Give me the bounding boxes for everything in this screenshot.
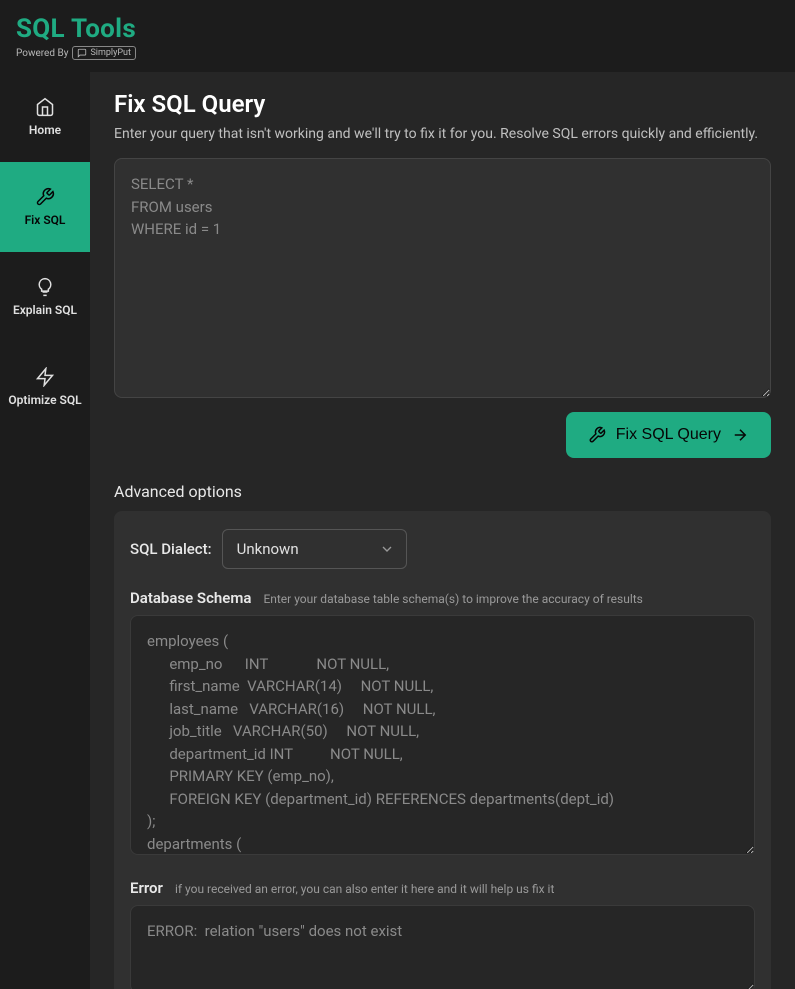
page-title: Fix SQL Query (114, 90, 771, 118)
home-icon (35, 97, 55, 117)
query-input[interactable] (114, 158, 771, 398)
app-header: SQL Tools Powered By SimplyPut (0, 0, 795, 72)
arrow-right-icon (731, 426, 749, 444)
powered-by-label: Powered By (16, 48, 68, 59)
sidebar-item-label: Explain SQL (13, 303, 77, 317)
sidebar-item-label: Home (29, 123, 61, 137)
sidebar-item-label: Fix SQL (25, 213, 66, 227)
lightbulb-icon (35, 277, 55, 297)
dialect-select[interactable]: Unknown (222, 529, 407, 569)
powered-by-name: SimplyPut (90, 48, 131, 58)
sidebar: Home Fix SQL Explain SQL Optimize SQL (0, 72, 90, 989)
wrench-icon (588, 426, 606, 444)
brand-subtitle: Powered By SimplyPut (16, 46, 779, 60)
error-input[interactable] (130, 905, 755, 989)
page-description: Enter your query that isn't working and … (114, 124, 771, 144)
wrench-icon (35, 187, 55, 207)
error-field: Error if you received an error, you can … (130, 879, 755, 989)
schema-hint: Enter your database table schema(s) to i… (263, 592, 642, 606)
error-label: Error (130, 879, 163, 897)
error-hint: if you received an error, you can also e… (175, 882, 554, 896)
dialect-select-wrap: Unknown (222, 529, 407, 569)
fix-sql-button[interactable]: Fix SQL Query (566, 412, 771, 458)
button-row: Fix SQL Query (114, 412, 771, 458)
schema-field: Database Schema Enter your database tabl… (130, 589, 755, 859)
brand-title: SQL Tools (16, 14, 779, 44)
sidebar-item-explain-sql[interactable]: Explain SQL (0, 252, 90, 342)
schema-label: Database Schema (130, 589, 251, 607)
advanced-options-title: Advanced options (114, 482, 771, 501)
sidebar-item-fix-sql[interactable]: Fix SQL (0, 162, 90, 252)
sidebar-item-label: Optimize SQL (8, 393, 81, 407)
schema-input[interactable] (130, 615, 755, 855)
advanced-panel: SQL Dialect: Unknown Database Schema Ent… (114, 511, 771, 989)
dialect-row: SQL Dialect: Unknown (130, 529, 755, 569)
fix-sql-button-label: Fix SQL Query (616, 426, 721, 444)
dialect-label: SQL Dialect: (130, 540, 212, 558)
powered-by-badge: SimplyPut (72, 46, 136, 60)
sidebar-item-home[interactable]: Home (0, 72, 90, 162)
sidebar-item-optimize-sql[interactable]: Optimize SQL (0, 342, 90, 432)
main-content: Fix SQL Query Enter your query that isn'… (90, 72, 795, 989)
chat-icon (77, 48, 87, 58)
bolt-icon (35, 367, 55, 387)
